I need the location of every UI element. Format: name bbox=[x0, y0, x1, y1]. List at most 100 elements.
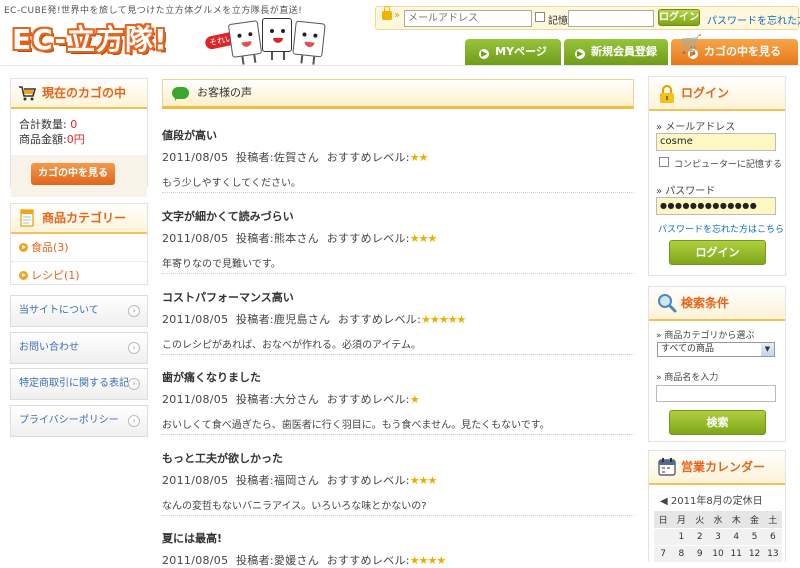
nav-register[interactable]: ▶ 新規会員登録 bbox=[564, 39, 668, 65]
review-poster: 投稿者:愛媛さん bbox=[236, 554, 320, 567]
remember-label: コンピューターに記憶する bbox=[674, 160, 783, 170]
review-date: 2011/08/05 bbox=[162, 232, 229, 245]
review-item: コストパフォーマンス高い 2011/08/05 投稿者:鹿児島さん おすすめレベ… bbox=[162, 289, 634, 355]
category-box-header: 商品カテゴリー bbox=[11, 204, 147, 234]
total-price-label: 商品金額: bbox=[19, 133, 67, 146]
review-title: 夏には最高! bbox=[162, 532, 223, 545]
review-poster: 投稿者:佐賀さん bbox=[236, 151, 320, 164]
calendar-weekday-row: 日 月 火 水 木 金 土 bbox=[654, 511, 782, 529]
document-icon bbox=[20, 209, 34, 227]
weekday-cell: 水 bbox=[708, 511, 728, 529]
arrow-right-icon: ▶ bbox=[575, 49, 585, 59]
mascot-icon bbox=[292, 20, 326, 65]
review-date: 2011/08/05 bbox=[162, 474, 229, 487]
cart-box-header: 現在のカゴの中 bbox=[11, 79, 147, 109]
review-meta: 2011/08/05 投稿者:佐賀さん おすすめレベル:★★ bbox=[162, 149, 634, 165]
calendar-table: 日 月 火 水 木 金 土 1 2 3 4 5 6 7 8 9 10 11 12… bbox=[654, 511, 782, 563]
link-contact[interactable]: お問い合わせ › bbox=[10, 332, 148, 364]
link-legal-label: 特定商取引に関する表記 bbox=[19, 378, 129, 389]
login-email-input[interactable]: cosme bbox=[656, 133, 776, 151]
link-privacy[interactable]: プライバシーポリシー › bbox=[10, 405, 148, 437]
calendar-box-header: 営業カレンダー bbox=[649, 451, 785, 485]
review-date: 2011/08/05 bbox=[162, 554, 229, 567]
day-cell: 13 bbox=[763, 545, 782, 563]
link-about[interactable]: 当サイトについて › bbox=[10, 295, 148, 327]
link-legal[interactable]: 特定商取引に関する表記 › bbox=[10, 368, 148, 400]
cart-box: 現在のカゴの中 合計数量: 0 商品金額:0円 カゴの中を見る bbox=[10, 78, 148, 197]
cart-button-area: カゴの中を見る bbox=[11, 155, 147, 197]
double-arrow-icon: » bbox=[394, 10, 401, 21]
chevron-right-icon: › bbox=[128, 415, 140, 427]
review-level-label: おすすめレベル: bbox=[326, 554, 410, 567]
day-cell: 5 bbox=[745, 528, 764, 546]
search-category-label: » 商品カテゴリから選ぶ bbox=[656, 331, 755, 341]
category-box-title: 商品カテゴリー bbox=[42, 211, 127, 225]
site-tagline: EC-CUBE発!世界中を旅して見つけた立方体グルメを立方隊長が直送! bbox=[4, 6, 303, 16]
forgot-password-link[interactable]: パスワードを忘れた方はこちら bbox=[658, 222, 784, 235]
weekday-cell: 月 bbox=[672, 511, 691, 529]
review-item: 夏には最高! 2011/08/05 投稿者:愛媛さん おすすめレベル:★★★★ bbox=[162, 530, 634, 567]
rating-stars: ★ bbox=[409, 393, 420, 406]
link-about-label: 当サイトについて bbox=[19, 305, 99, 316]
review-level-label: おすすめレベル: bbox=[338, 313, 422, 326]
calendar-icon bbox=[658, 458, 676, 476]
day-cell: 3 bbox=[708, 528, 728, 546]
review-title: コストパフォーマンス高い bbox=[162, 291, 294, 304]
review-poster: 投稿者:福岡さん bbox=[236, 474, 320, 487]
login-box-title: ログイン bbox=[681, 86, 730, 100]
review-meta: 2011/08/05 投稿者:愛媛さん おすすめレベル:★★★★ bbox=[162, 552, 634, 568]
review-title: 値段が高い bbox=[162, 129, 217, 142]
review-poster: 投稿者:熊本さん bbox=[236, 232, 320, 245]
review-meta: 2011/08/05 投稿者:福岡さん おすすめレベル:★★★ bbox=[162, 472, 634, 488]
header-login-button[interactable]: ログイン bbox=[658, 9, 700, 26]
rating-stars: ★★★★★ bbox=[421, 313, 466, 326]
remember-checkbox[interactable] bbox=[659, 157, 669, 167]
site-logo[interactable]: EC-立方隊! bbox=[12, 18, 168, 58]
search-box-title: 検索条件 bbox=[681, 296, 730, 310]
calendar-month-title: ◀ 2011年8月の定休日 bbox=[660, 496, 763, 507]
search-name-input[interactable] bbox=[656, 385, 776, 402]
view-cart-button[interactable]: カゴの中を見る bbox=[31, 163, 115, 185]
rating-stars: ★★★ bbox=[409, 232, 438, 245]
nav-mypage-label: MYページ bbox=[495, 45, 547, 58]
nav-mypage[interactable]: ▶ MYページ bbox=[465, 39, 561, 65]
cart-box-title: 現在のカゴの中 bbox=[42, 86, 127, 100]
review-body: おいしくて食べ過ぎたら、歯医者に行く羽目に。もう食べません。見たくもないです。 bbox=[162, 420, 550, 431]
review-title: 歯が痛くなりました bbox=[162, 371, 261, 384]
review-body: 年寄りなので見難いです。 bbox=[162, 259, 281, 270]
header-password-input[interactable] bbox=[568, 10, 654, 27]
header-email-input[interactable] bbox=[404, 10, 532, 27]
day-cell: 2 bbox=[690, 528, 709, 546]
category-item-food[interactable]: 食品(3) bbox=[11, 234, 147, 261]
arrow-bullet-icon bbox=[19, 271, 28, 280]
rating-stars: ★★ bbox=[409, 151, 429, 164]
header-remember-checkbox[interactable] bbox=[535, 12, 545, 22]
total-qty-label: 合計数量: bbox=[19, 118, 67, 131]
nav-register-label: 新規会員登録 bbox=[591, 45, 657, 58]
day-cell: 9 bbox=[690, 545, 709, 563]
category-select[interactable]: すべての商品 ▼ bbox=[657, 342, 775, 357]
day-cell: 8 bbox=[672, 545, 691, 563]
category-item-label: レシピ(1) bbox=[31, 269, 80, 282]
weekday-cell: 日 bbox=[654, 511, 673, 529]
page-title: お客様の声 bbox=[162, 79, 634, 109]
rating-stars: ★★★★ bbox=[409, 554, 446, 567]
page-title-text: お客様の声 bbox=[197, 86, 252, 99]
review-level-label: おすすめレベル: bbox=[326, 151, 410, 164]
review-level-label: おすすめレベル: bbox=[326, 232, 410, 245]
review-level-label: おすすめレベル: bbox=[326, 474, 410, 487]
header-forgot-password-link[interactable]: パスワードを忘れた方 bbox=[707, 12, 800, 27]
magnifier-icon bbox=[658, 294, 677, 313]
arrow-right-icon: ▶ bbox=[479, 49, 490, 59]
category-item-recipe[interactable]: レシピ(1) bbox=[11, 261, 147, 288]
category-item-label: 食品(3) bbox=[31, 241, 69, 254]
review-body: もう少しやすくしてください。 bbox=[162, 178, 301, 189]
login-password-input[interactable]: ●●●●●●●●●●●●● bbox=[656, 197, 776, 215]
calendar-week-row: 1 2 3 4 5 6 bbox=[654, 528, 782, 546]
chevron-right-icon: › bbox=[128, 305, 140, 317]
review-date: 2011/08/05 bbox=[162, 393, 229, 406]
search-button[interactable]: 検索 bbox=[669, 410, 766, 435]
review-meta: 2011/08/05 投稿者:熊本さん おすすめレベル:★★★ bbox=[162, 230, 634, 246]
login-button[interactable]: ログイン bbox=[669, 240, 766, 265]
weekday-cell: 火 bbox=[690, 511, 709, 529]
